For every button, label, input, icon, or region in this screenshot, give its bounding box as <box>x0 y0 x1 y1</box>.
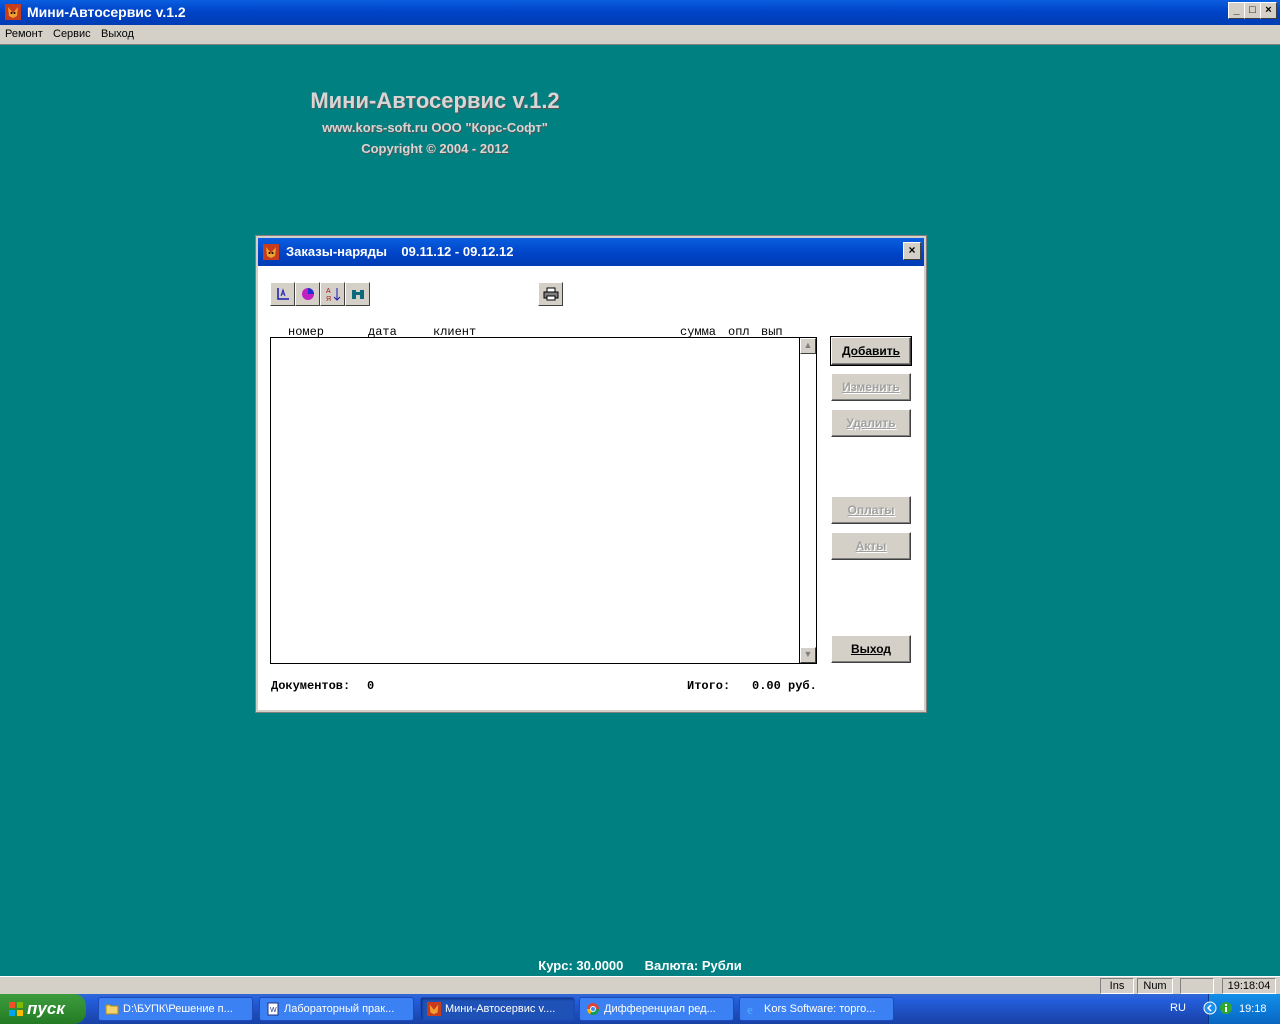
exchange-rate: Курс: 30.0000 <box>538 958 624 973</box>
svg-text:Я: Я <box>326 296 331 302</box>
close-button[interactable]: × <box>1260 2 1277 19</box>
binoculars-icon <box>351 290 364 299</box>
dialog-title-bar[interactable]: Заказы-наряды 09.11.12 - 09.12.12 × <box>258 238 924 266</box>
date-range-button[interactable] <box>270 282 295 306</box>
num-indicator: Num <box>1137 978 1173 994</box>
task-autoservice[interactable]: Мини-Автосервис v.... <box>420 997 575 1021</box>
scroll-up-icon[interactable]: ▲ <box>800 338 816 354</box>
chrome-icon <box>587 1003 599 1016</box>
total-value: 0.00 руб. <box>752 679 817 693</box>
splash-site: www.kors-soft.ru ООО "Корс-Софт" <box>322 120 548 135</box>
task-ie[interactable]: e Kors Software: торго... <box>739 997 894 1021</box>
dialog-exit-button[interactable]: Выход <box>831 635 911 663</box>
print-button[interactable] <box>538 282 563 306</box>
tray-expand-icon[interactable] <box>1203 1001 1217 1015</box>
currency: Валюта: Рубли <box>644 958 742 973</box>
menu-service[interactable]: Сервис <box>53 28 91 40</box>
ins-indicator: Ins <box>1100 978 1134 994</box>
edit-button[interactable]: Изменить <box>831 373 911 401</box>
total-label: Итого: <box>687 679 731 693</box>
fox-app-icon <box>263 244 279 260</box>
clock: 19:18 <box>1239 1003 1267 1015</box>
folder-icon <box>105 1004 119 1015</box>
fox-app-icon <box>5 4 21 20</box>
splash-copyright: Copyright © 2004 - 2012 <box>361 141 509 156</box>
dialog-title: Заказы-наряды 09.11.12 - 09.12.12 <box>286 244 514 259</box>
payments-button[interactable]: Оплаты <box>831 496 911 524</box>
orders-list[interactable]: ▲ ▼ <box>270 337 817 664</box>
acts-button[interactable]: Акты <box>831 532 911 560</box>
axis-icon <box>276 288 289 300</box>
find-button[interactable] <box>345 282 370 306</box>
stats-button[interactable] <box>295 282 320 306</box>
status-time: 19:18:04 <box>1222 978 1276 994</box>
svg-text:A: A <box>326 288 331 295</box>
task-chrome[interactable]: Дифференциал ред... <box>579 997 734 1021</box>
rate-line: Курс: 30.0000 Валюта: Рубли <box>0 958 1280 973</box>
task-word[interactable]: W Лабораторный прак... <box>259 997 414 1021</box>
dialog-close-button[interactable]: × <box>903 242 921 260</box>
splash-info: Мини-Автосервис v.1.2 www.kors-soft.ru О… <box>280 88 590 156</box>
system-tray: 19:18 <box>1203 994 1280 1024</box>
info-icon[interactable] <box>1219 1001 1233 1015</box>
status-bar: Ins Num 19:18:04 <box>0 976 1280 994</box>
documents-count: 0 <box>367 679 375 693</box>
sort-button[interactable]: AЯ <box>320 282 345 306</box>
documents-label: Документов: <box>271 679 351 693</box>
maximize-button[interactable]: □ <box>1244 2 1261 19</box>
svg-text:W: W <box>270 1007 277 1014</box>
minimize-button[interactable]: _ <box>1228 2 1245 19</box>
empty-indicator <box>1180 978 1214 994</box>
printer-icon <box>543 287 558 301</box>
taskbar: пуск D:\БУПК\Решение п... W Лабораторный… <box>0 994 1280 1024</box>
menu-exit[interactable]: Выход <box>101 28 134 40</box>
orders-dialog: Заказы-наряды 09.11.12 - 09.12.12 × AЯ н… <box>256 236 926 712</box>
internet-explorer-icon: e <box>747 1002 753 1016</box>
scroll-down-icon[interactable]: ▼ <box>800 647 816 663</box>
orders-scrollbar[interactable]: ▲ ▼ <box>799 338 816 663</box>
window-title: Мини-Автосервис v.1.2 <box>27 4 186 20</box>
svg-text:e: e <box>747 1002 753 1016</box>
sort-az-icon: AЯ <box>326 288 340 302</box>
start-label: пуск <box>27 999 65 1018</box>
language-indicator[interactable]: RU <box>1170 1002 1186 1014</box>
menu-repair[interactable]: Ремонт <box>5 28 43 40</box>
fox-app-icon <box>427 1002 441 1016</box>
pie-chart-icon <box>301 288 314 300</box>
splash-title: Мини-Автосервис v.1.2 <box>310 88 560 113</box>
menu-bar: Ремонт Сервис Выход <box>0 25 1280 45</box>
start-button[interactable]: пуск <box>0 994 86 1024</box>
main-title-bar[interactable]: Мини-Автосервис v.1.2 _ □ × <box>0 0 1280 25</box>
add-button[interactable]: Добавить <box>830 336 912 366</box>
word-doc-icon: W <box>267 1002 279 1016</box>
windows-flag-icon <box>9 1002 23 1016</box>
delete-button[interactable]: Удалить <box>831 409 911 437</box>
task-folder[interactable]: D:\БУПК\Решение п... <box>98 997 253 1021</box>
